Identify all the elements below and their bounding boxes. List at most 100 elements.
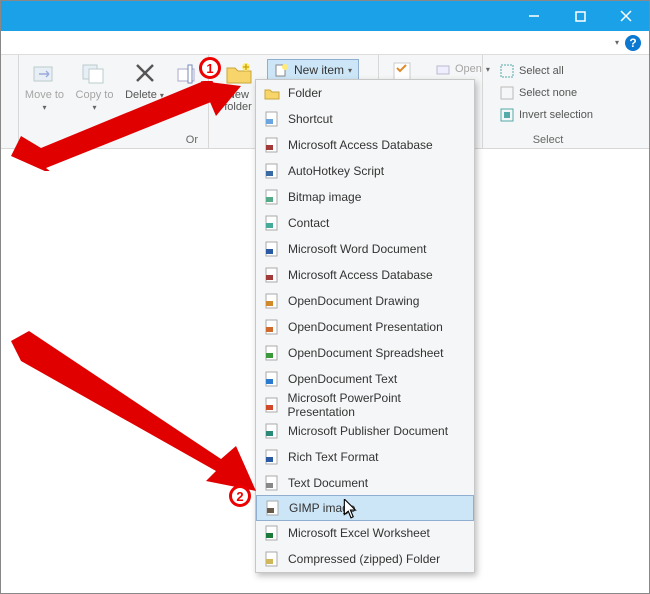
menu-item-shortcut[interactable]: Shortcut [256, 106, 474, 132]
folder-icon [264, 85, 280, 101]
close-button[interactable] [603, 1, 649, 31]
menu-item-word[interactable]: Microsoft Word Document [256, 236, 474, 262]
menu-item-label: Shortcut [288, 112, 333, 126]
menu-item-ods[interactable]: OpenDocument Spreadsheet [256, 340, 474, 366]
menu-item-label: Compressed (zipped) Folder [288, 552, 440, 566]
menu-item-gimp[interactable]: GIMP image [256, 495, 474, 521]
menu-item-ahk[interactable]: AutoHotkey Script [256, 158, 474, 184]
group-label: Select [533, 134, 564, 146]
minimize-button[interactable] [511, 1, 557, 31]
menu-item-label: Folder [288, 86, 322, 100]
select-all-button[interactable]: Select all [495, 61, 597, 81]
label: New item [294, 63, 344, 77]
select-none-button[interactable]: Select none [495, 83, 597, 103]
ods-icon [264, 345, 280, 361]
ribbon-toggle-row: ▾ ? [1, 31, 649, 55]
odg-icon [264, 293, 280, 309]
txt-icon [264, 475, 280, 491]
label: Move to [25, 89, 64, 101]
close-icon [620, 10, 632, 22]
callout-number: 1 [206, 61, 213, 76]
menu-item-access[interactable]: Microsoft Access Database [256, 132, 474, 158]
invert-selection-icon [499, 107, 515, 123]
xls-icon [264, 525, 280, 541]
callout-number: 2 [236, 489, 243, 504]
ribbon-group-truncated-left [1, 55, 19, 148]
contact-icon [264, 215, 280, 231]
label: Copy to [76, 89, 114, 101]
label: Select all [519, 65, 564, 77]
new-folder-button[interactable]: New folder [217, 59, 259, 113]
menu-item-odp[interactable]: OpenDocument Presentation [256, 314, 474, 340]
new-folder-icon [224, 59, 252, 87]
menu-item-label: Microsoft Word Document [288, 242, 427, 256]
menu-item-label: OpenDocument Drawing [288, 294, 419, 308]
menu-item-rtf[interactable]: Rich Text Format [256, 444, 474, 470]
word-icon [264, 241, 280, 257]
menu-item-xls[interactable]: Microsoft Excel Worksheet [256, 520, 474, 546]
menu-item-ppt[interactable]: Microsoft PowerPoint Presentation [256, 392, 474, 418]
menu-item-label: OpenDocument Presentation [288, 320, 443, 334]
open-icon [435, 61, 451, 77]
copy-to-icon [81, 59, 109, 87]
label: New folder [217, 89, 259, 113]
menu-item-odt[interactable]: OpenDocument Text [256, 366, 474, 392]
label: Open [455, 63, 482, 75]
minimize-icon [528, 10, 540, 22]
label: Delete [125, 89, 157, 101]
chevron-down-icon: ▾ [348, 66, 352, 75]
label: Invert selection [519, 109, 593, 121]
menu-item-contact[interactable]: Contact [256, 210, 474, 236]
new-item-icon [274, 62, 290, 78]
ahk-icon [264, 163, 280, 179]
maximize-button[interactable] [557, 1, 603, 31]
menu-item-label: Microsoft Publisher Document [288, 424, 448, 438]
delete-button[interactable]: Delete ▾ [124, 59, 166, 101]
menu-item-odg[interactable]: OpenDocument Drawing [256, 288, 474, 314]
menu-item-label: Bitmap image [288, 190, 361, 204]
shortcut-icon [264, 111, 280, 127]
mouse-cursor-icon [343, 499, 359, 519]
help-icon[interactable]: ? [625, 35, 641, 51]
maximize-icon [575, 11, 586, 22]
select-none-icon [499, 85, 515, 101]
select-all-icon [499, 63, 515, 79]
menu-item-txt[interactable]: Text Document [256, 470, 474, 496]
menu-item-label: Microsoft Access Database [288, 268, 433, 282]
copy-to-button[interactable]: Copy to ▾ [74, 59, 116, 113]
new-item-button[interactable]: New item ▾ [267, 59, 359, 81]
delete-icon [131, 59, 159, 87]
menu-item-pub[interactable]: Microsoft Publisher Document [256, 418, 474, 444]
annotation-callout-1: 1 [199, 57, 221, 79]
menu-item-label: Microsoft Access Database [288, 138, 433, 152]
ribbon-collapse-icon[interactable]: ▾ [615, 38, 619, 47]
menu-item-zip[interactable]: Compressed (zipped) Folder [256, 546, 474, 572]
rtf-icon [264, 449, 280, 465]
access-icon [264, 267, 280, 283]
new-item-menu: Folder Shortcut Microsoft Access Database A… [255, 79, 475, 573]
menu-item-access[interactable]: Microsoft Access Database [256, 262, 474, 288]
rename-icon [175, 59, 203, 87]
annotation-callout-2: 2 [229, 485, 251, 507]
menu-item-label: Microsoft Excel Worksheet [288, 526, 430, 540]
bmp-icon [264, 189, 280, 205]
menu-item-label: Rich Text Format [288, 450, 378, 464]
menu-item-label: OpenDocument Spreadsheet [288, 346, 443, 360]
pub-icon [264, 423, 280, 439]
invert-selection-button[interactable]: Invert selection [495, 105, 597, 125]
zip-icon [264, 551, 280, 567]
group-label: Or [186, 134, 198, 146]
ppt-icon [264, 397, 280, 413]
move-to-button[interactable]: Move to ▾ [24, 59, 66, 113]
menu-item-label: Microsoft PowerPoint Presentation [288, 391, 466, 419]
move-to-icon [31, 59, 59, 87]
title-bar [1, 1, 649, 31]
gimp-icon [265, 500, 281, 516]
menu-item-label: Contact [288, 216, 329, 230]
menu-item-label: OpenDocument Text [288, 372, 397, 386]
menu-item-folder[interactable]: Folder [256, 80, 474, 106]
menu-item-bmp[interactable]: Bitmap image [256, 184, 474, 210]
ribbon-group-organize: Move to ▾ Copy to ▾ Delete ▾ R [19, 55, 209, 148]
menu-item-label: AutoHotkey Script [288, 164, 384, 178]
menu-item-label: Text Document [288, 476, 368, 490]
